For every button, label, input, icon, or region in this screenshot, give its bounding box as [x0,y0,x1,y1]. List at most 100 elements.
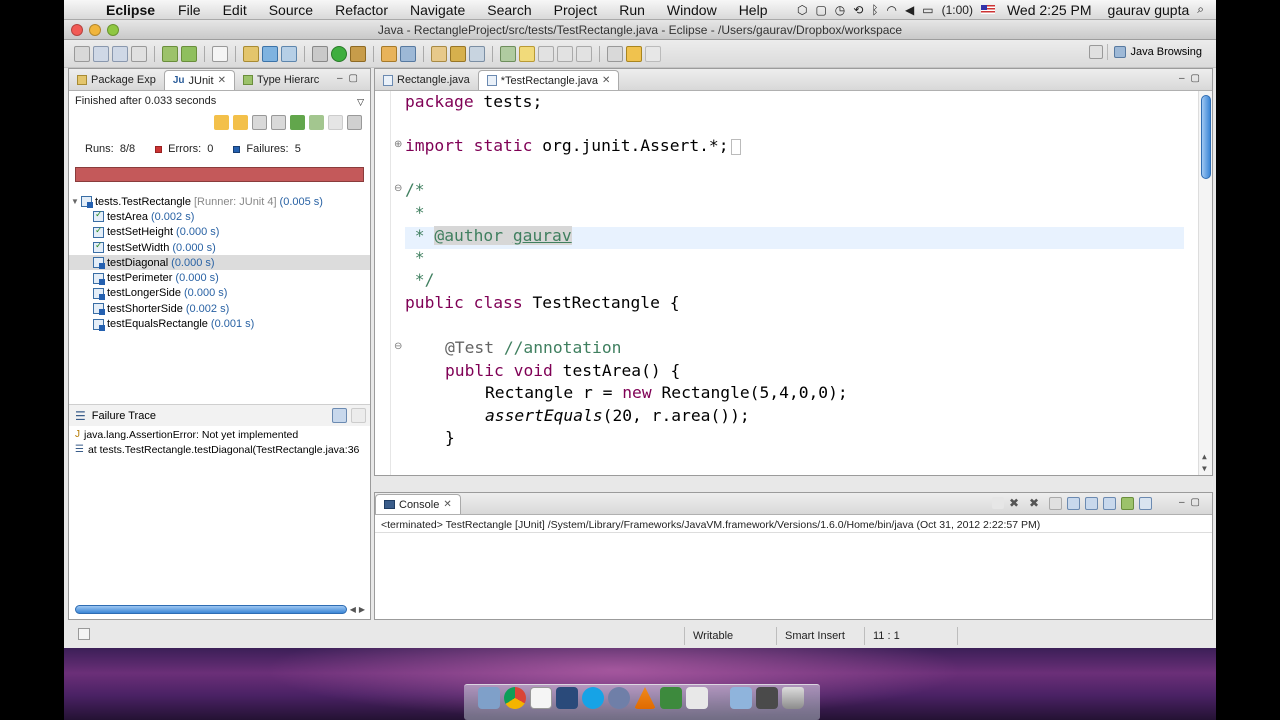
sync-icon[interactable]: ⟲ [853,3,863,17]
previous-failure-icon[interactable] [233,114,248,130]
remove-all-icon[interactable]: ✖ [1029,497,1044,512]
open-type-icon[interactable] [381,45,397,62]
remove-launch-icon[interactable]: ✖ [1009,497,1024,512]
scroll-lock-icon[interactable] [271,114,286,130]
filter-stack-icon[interactable] [332,408,347,423]
next-annotation-icon[interactable] [500,45,516,62]
debug-icon[interactable] [312,45,328,62]
trash-icon[interactable] [782,687,804,709]
test-item-testShorterSide[interactable]: testShorterSide (0.002 s) [69,301,370,316]
java-browsing-perspective-button[interactable]: Java Browsing [1107,44,1208,60]
menu-refactor[interactable]: Refactor [324,2,399,18]
minimize-maximize-icon[interactable]: –▢ [337,73,364,84]
activity-icon[interactable] [660,687,682,709]
new-package-icon[interactable] [243,45,259,62]
scroll-right-icon[interactable]: ▶ [359,605,365,614]
new-icon[interactable] [74,45,90,62]
rerun-test-icon[interactable] [290,114,305,130]
preview-icon[interactable] [686,687,708,709]
finder-icon[interactable] [478,687,500,709]
tasks-icon[interactable] [212,45,228,62]
build-all-icon[interactable] [181,45,197,62]
next-failure-icon[interactable] [214,114,229,130]
menubar-clock[interactable]: Wed 2:25 PM [1003,2,1092,18]
applications-folder-icon[interactable] [730,687,752,709]
forward-icon[interactable] [645,45,661,62]
scroll-lock-icon[interactable] [1067,497,1080,510]
terminate-icon[interactable] [992,497,1004,509]
stop-icon[interactable] [328,114,343,130]
show-failures-only-icon[interactable] [252,114,267,130]
tab-console[interactable]: Console ✕ [375,494,461,514]
test-item-testLongerSide[interactable]: testLongerSide (0.000 s) [69,286,370,301]
battery-time[interactable]: (1:00) [942,3,973,17]
expand-triangle-icon[interactable]: ▼ [69,197,81,206]
open-console-icon[interactable] [1139,497,1152,510]
menu-navigate[interactable]: Navigate [399,2,476,18]
tab-junit[interactable]: Ju JUnit ✕ [163,70,235,90]
menu-help[interactable]: Help [728,2,779,18]
menu-app-name[interactable]: Eclipse [102,2,167,18]
horizontal-scrollbar[interactable]: ◀ ▶ [75,603,365,615]
minimize-maximize-icon[interactable]: –▢ [1179,73,1206,84]
eclipse-dock-icon[interactable] [608,687,630,709]
test-item-testEqualsRectangle[interactable]: testEqualsRectangle (0.001 s) [69,316,370,331]
tab-rectangle-java[interactable]: Rectangle.java [375,70,478,90]
volume-icon[interactable]: ◀ [905,3,914,17]
open-task-icon[interactable] [431,45,447,62]
fold-collapse-icon[interactable]: ⊖ [394,183,402,194]
tab-package-explorer[interactable]: Package Exp [69,70,164,90]
menu-search[interactable]: Search [476,2,542,18]
menu-project[interactable]: Project [543,2,609,18]
code-editor[interactable]: package tests; ⊕ import static org.junit… [375,91,1212,475]
dropbox-icon[interactable]: ⬡ [797,3,807,17]
minimize-maximize-icon[interactable]: –▢ [1179,497,1206,508]
pin-console-icon[interactable] [1103,497,1116,510]
fast-view-icon[interactable] [78,628,90,640]
new-interface-icon[interactable] [281,45,297,62]
save-icon[interactable] [93,45,109,62]
trace-line[interactable]: J java.lang.AssertionError: Not yet impl… [69,427,370,442]
scroll-down-icon[interactable]: ▼ [1202,464,1207,473]
scroll-left-icon[interactable]: ◀ [350,605,356,614]
display-console-icon[interactable] [1121,497,1134,510]
open-perspective-icon[interactable] [1089,45,1104,59]
tab-testrectangle-java[interactable]: *TestRectangle.java ✕ [477,70,620,90]
vlc-icon[interactable] [634,687,656,709]
close-tab-icon[interactable]: ✕ [218,75,226,86]
menu-file[interactable]: File [167,2,212,18]
editor-vertical-scrollbar[interactable]: ▲ ▼ [1198,91,1212,475]
status-insert-mode[interactable]: Smart Insert [776,627,845,645]
close-tab-icon[interactable]: ✕ [443,499,451,510]
wifi-icon[interactable]: ◠ [887,3,897,17]
menubar-user[interactable]: gaurav gupta [1100,2,1190,18]
documents-stack-icon[interactable] [756,687,778,709]
test-item-testSetHeight[interactable]: testSetHeight(0.000 s) [69,225,370,240]
scroll-thumb[interactable] [1201,95,1211,179]
word-wrap-icon[interactable] [1085,497,1098,510]
toggle-mark-occurrences-icon[interactable] [469,45,485,62]
scroll-up-icon[interactable]: ▲ [1202,452,1207,461]
trace-line[interactable]: ☰ at tests.TestRectangle.testDiagonal(Te… [69,442,370,457]
external-tools-icon[interactable] [350,45,366,62]
fold-expand-icon[interactable]: ⊕ [394,139,402,150]
show-whitespace-icon[interactable] [538,45,554,62]
block-selection-icon[interactable] [557,45,573,62]
back-icon[interactable] [626,45,642,62]
fold-collapse-icon[interactable]: ⊖ [394,341,402,352]
bluetooth-icon[interactable]: ᛒ [871,3,878,17]
test-item-testSetWidth[interactable]: testSetWidth(0.000 s) [69,240,370,255]
test-run-history-icon[interactable] [347,114,362,130]
paragraph-icon[interactable] [576,45,592,62]
pycharm-icon[interactable] [556,687,578,709]
close-tab-icon[interactable]: ✕ [602,75,610,86]
save-all-icon[interactable] [112,45,128,62]
spotlight-icon[interactable]: ⌕ [1197,2,1204,17]
clear-console-icon[interactable] [1049,497,1062,510]
menu-edit[interactable]: Edit [212,2,258,18]
menu-run[interactable]: Run [608,2,656,18]
skype-icon[interactable] [582,687,604,709]
run-icon[interactable] [331,45,347,62]
view-menu-icon[interactable]: ▽ [357,97,364,108]
tab-type-hierarchy[interactable]: Type Hierarc [235,70,327,90]
